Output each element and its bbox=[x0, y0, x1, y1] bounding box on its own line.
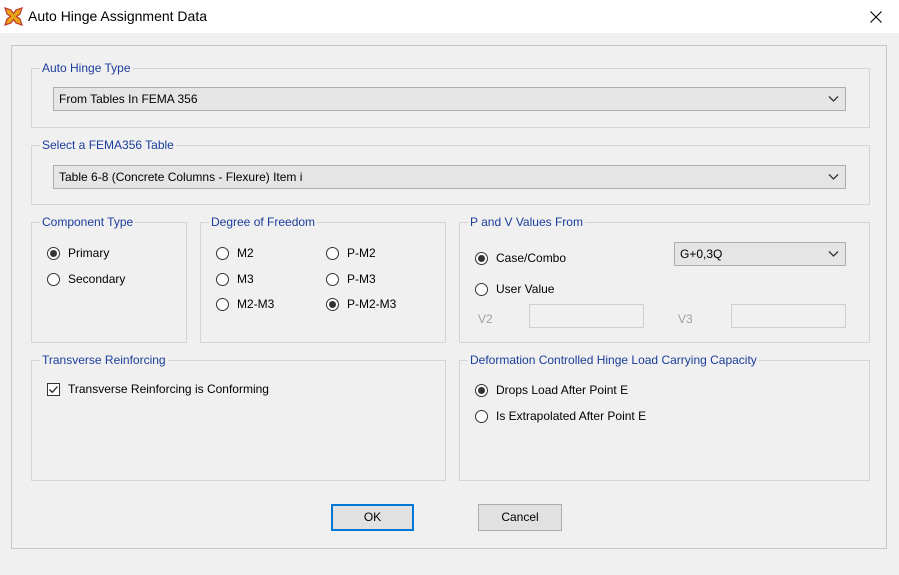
radio-drops-load-label: Drops Load After Point E bbox=[496, 383, 629, 397]
transverse-conforming-label: Transverse Reinforcing is Conforming bbox=[68, 382, 269, 396]
transverse-conforming-checkbox[interactable]: Transverse Reinforcing is Conforming bbox=[47, 382, 269, 396]
radio-m2-m3-indicator bbox=[216, 297, 229, 311]
radio-extrapolated-label: Is Extrapolated After Point E bbox=[496, 409, 647, 423]
checkbox-indicator bbox=[47, 382, 60, 396]
chevron-down-icon bbox=[828, 174, 839, 180]
title-bar: Auto Hinge Assignment Data bbox=[0, 0, 899, 33]
radio-extrapolated[interactable]: Is Extrapolated After Point E bbox=[475, 409, 646, 423]
radio-secondary-indicator bbox=[47, 272, 60, 286]
component-type-group: Component Type Primary Secondary bbox=[31, 215, 187, 343]
v3-label: V3 bbox=[678, 312, 693, 326]
transverse-reinforcing-label: Transverse Reinforcing bbox=[40, 353, 168, 367]
radio-primary-indicator bbox=[47, 246, 60, 260]
pv-values-group: P and V Values From Case/Combo G+0,3Q Us… bbox=[459, 215, 870, 343]
case-combo-value: G+0,3Q bbox=[680, 247, 723, 261]
cancel-button[interactable]: Cancel bbox=[478, 504, 562, 531]
auto-hinge-type-dropdown[interactable]: From Tables In FEMA 356 bbox=[53, 87, 846, 111]
auto-hinge-type-group: Auto Hinge Type From Tables In FEMA 356 bbox=[31, 61, 870, 128]
radio-case-combo[interactable]: Case/Combo bbox=[475, 251, 566, 265]
ok-button[interactable]: OK bbox=[331, 504, 414, 531]
radio-m2-m3-label: M2-M3 bbox=[237, 297, 275, 311]
radio-user-value-indicator bbox=[475, 282, 488, 296]
deformation-capacity-label: Deformation Controlled Hinge Load Carryi… bbox=[468, 353, 759, 367]
v3-input[interactable] bbox=[731, 304, 846, 328]
radio-primary[interactable]: Primary bbox=[47, 246, 109, 260]
auto-hinge-type-value: From Tables In FEMA 356 bbox=[59, 92, 198, 106]
pv-values-label: P and V Values From bbox=[468, 215, 585, 229]
app-logo-icon bbox=[4, 7, 23, 26]
fema-table-group: Select a FEMA356 Table Table 6-8 (Concre… bbox=[31, 138, 870, 205]
radio-case-combo-label: Case/Combo bbox=[496, 251, 567, 265]
case-combo-dropdown[interactable]: G+0,3Q bbox=[674, 242, 846, 266]
v2-label: V2 bbox=[478, 312, 493, 326]
dialog-body: Auto Hinge Type From Tables In FEMA 356 … bbox=[11, 45, 887, 549]
radio-m2[interactable]: M2 bbox=[216, 246, 254, 260]
degree-of-freedom-group: Degree of Freedom M2 M3 M2-M3 P-M2 P-M3 … bbox=[200, 215, 446, 343]
degree-of-freedom-label: Degree of Freedom bbox=[209, 215, 318, 229]
close-button[interactable] bbox=[853, 0, 899, 33]
radio-secondary-label: Secondary bbox=[68, 272, 126, 286]
radio-drops-load-indicator bbox=[475, 383, 488, 397]
radio-m2-indicator bbox=[216, 246, 229, 260]
fema-table-value: Table 6-8 (Concrete Columns - Flexure) I… bbox=[59, 170, 303, 184]
radio-p-m2-m3-label: P-M2-M3 bbox=[347, 297, 397, 311]
radio-p-m2-indicator bbox=[326, 246, 339, 260]
radio-p-m3[interactable]: P-M3 bbox=[326, 272, 376, 286]
radio-p-m2-m3[interactable]: P-M2-M3 bbox=[326, 297, 396, 311]
fema-table-label: Select a FEMA356 Table bbox=[40, 138, 176, 152]
radio-m2-m3[interactable]: M2-M3 bbox=[216, 297, 274, 311]
radio-m3-label: M3 bbox=[237, 272, 254, 286]
radio-p-m3-label: P-M3 bbox=[347, 272, 376, 286]
radio-case-combo-indicator bbox=[475, 251, 488, 265]
radio-p-m3-indicator bbox=[326, 272, 339, 286]
radio-p-m2-m3-indicator bbox=[326, 297, 339, 311]
radio-primary-label: Primary bbox=[68, 246, 110, 260]
radio-m3-indicator bbox=[216, 272, 229, 286]
radio-secondary[interactable]: Secondary bbox=[47, 272, 125, 286]
check-icon bbox=[49, 385, 58, 393]
chevron-down-icon bbox=[828, 96, 839, 102]
chevron-down-icon bbox=[828, 251, 839, 257]
deformation-capacity-group: Deformation Controlled Hinge Load Carryi… bbox=[459, 353, 870, 481]
fema-table-dropdown[interactable]: Table 6-8 (Concrete Columns - Flexure) I… bbox=[53, 165, 846, 189]
auto-hinge-type-label: Auto Hinge Type bbox=[40, 61, 133, 75]
radio-extrapolated-indicator bbox=[475, 409, 488, 423]
radio-drops-load[interactable]: Drops Load After Point E bbox=[475, 383, 628, 397]
component-type-label: Component Type bbox=[40, 215, 136, 229]
radio-p-m2-label: P-M2 bbox=[347, 246, 376, 260]
v2-input[interactable] bbox=[529, 304, 644, 328]
window-title: Auto Hinge Assignment Data bbox=[28, 8, 207, 24]
radio-user-value-label: User Value bbox=[496, 282, 555, 296]
radio-m2-label: M2 bbox=[237, 246, 254, 260]
radio-user-value[interactable]: User Value bbox=[475, 282, 554, 296]
radio-p-m2[interactable]: P-M2 bbox=[326, 246, 376, 260]
radio-m3[interactable]: M3 bbox=[216, 272, 254, 286]
close-icon bbox=[870, 10, 882, 23]
transverse-reinforcing-group: Transverse Reinforcing Transverse Reinfo… bbox=[31, 353, 446, 481]
